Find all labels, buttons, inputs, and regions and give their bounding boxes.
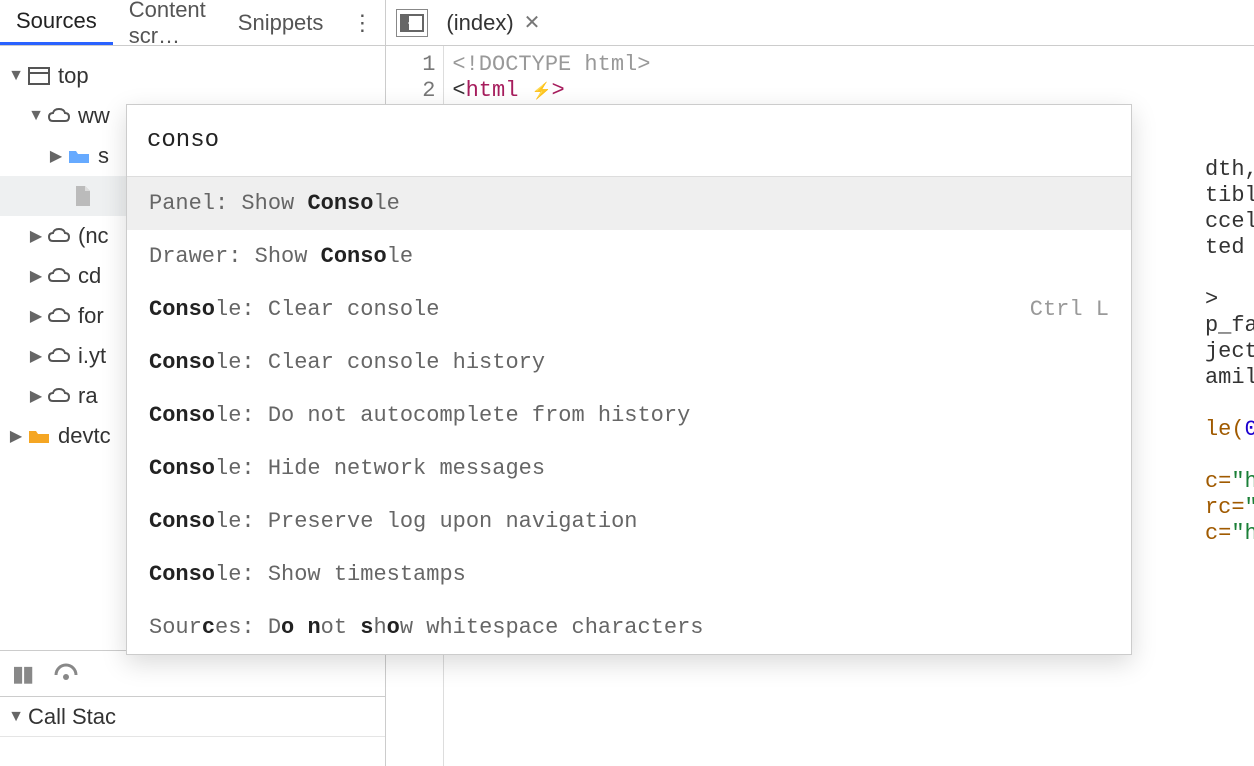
command-menu: Panel: Show Console Drawer: Show Console C… [126, 104, 1132, 655]
line-number: 2 [386, 78, 435, 104]
tree-label: (nc [78, 223, 109, 249]
pause-icon[interactable]: ▮▮ [12, 661, 32, 687]
command-menu-item[interactable]: Drawer: Show Console [127, 230, 1131, 283]
tab-snippets[interactable]: Snippets [222, 2, 340, 44]
cloud-icon [46, 265, 72, 287]
cloud-icon [46, 105, 72, 127]
command-menu-item-text: Sources: Do not show whitespace characte… [149, 615, 704, 640]
command-menu-item-text: Console: Clear console history [149, 350, 545, 375]
cloud-icon [46, 305, 72, 327]
cloud-icon [46, 345, 72, 367]
command-menu-list: Panel: Show Console Drawer: Show Console C… [127, 177, 1131, 654]
folder-icon [66, 145, 92, 167]
editor-tabbar: (index) ✕ [386, 0, 1254, 46]
line-number: 1 [386, 52, 435, 78]
command-menu-item[interactable]: Console: Clear console Ctrl L [127, 283, 1131, 336]
command-menu-item[interactable]: Console: Hide network messages [127, 442, 1131, 495]
file-icon [70, 185, 96, 207]
caret-icon[interactable] [28, 346, 44, 366]
command-menu-item-text: Console: Show timestamps [149, 562, 466, 587]
command-menu-item[interactable]: Console: Do not autocomplete from histor… [127, 389, 1131, 442]
editor-tab-index[interactable]: (index) ✕ [438, 4, 548, 42]
caret-icon[interactable] [28, 266, 44, 286]
callstack-header[interactable]: Call Stac [0, 696, 385, 736]
tab-sources[interactable]: Sources [0, 0, 113, 45]
command-menu-item-shortcut: Ctrl L [1030, 297, 1109, 322]
command-menu-item[interactable]: Console: Clear console history [127, 336, 1131, 389]
command-menu-item-text: Console: Do not autocomplete from histor… [149, 403, 690, 428]
caret-icon[interactable] [28, 386, 44, 406]
tree-label: ww [78, 103, 110, 129]
command-menu-item-text: Console: Hide network messages [149, 456, 545, 481]
caret-icon[interactable] [48, 146, 64, 166]
toggle-navigator-button[interactable] [396, 9, 428, 37]
caret-icon[interactable] [8, 426, 24, 446]
command-menu-item-text: Console: Clear console [149, 297, 439, 322]
command-menu-item[interactable]: Sources: Do not show whitespace characte… [127, 601, 1131, 654]
callstack-label: Call Stac [28, 704, 116, 730]
frame-icon [26, 65, 52, 87]
caret-icon[interactable] [28, 306, 44, 326]
close-icon[interactable]: ✕ [524, 10, 541, 35]
caret-icon[interactable] [8, 708, 24, 726]
cloud-icon [46, 385, 72, 407]
command-menu-item[interactable]: Panel: Show Console [127, 177, 1131, 230]
tree-item-top[interactable]: top [0, 56, 385, 96]
sidebar-tabbar: Sources Content scr… Snippets ⋮ [0, 0, 385, 46]
command-menu-input[interactable] [127, 105, 1131, 177]
command-menu-item[interactable]: Console: Preserve log upon navigation [127, 495, 1131, 548]
tree-label: cd [78, 263, 101, 289]
callstack-body [0, 736, 385, 766]
caret-icon[interactable] [8, 67, 24, 85]
tab-overflow-menu[interactable]: ⋮ [339, 10, 385, 36]
command-menu-item[interactable]: Console: Show timestamps [127, 548, 1131, 601]
tree-label: ra [78, 383, 98, 409]
caret-icon[interactable] [28, 107, 44, 125]
command-menu-item-text: Drawer: Show Console [149, 244, 413, 269]
tree-label: for [78, 303, 104, 329]
folder-icon [26, 425, 52, 447]
editor-tab-label: (index) [446, 10, 513, 36]
tree-label: i.yt [78, 343, 106, 369]
cloud-icon [46, 225, 72, 247]
command-menu-item-text: Console: Preserve log upon navigation [149, 509, 637, 534]
debugger-toolbar: ▮▮ [0, 650, 385, 696]
tree-label: top [58, 63, 89, 89]
tree-label: s [98, 143, 109, 169]
command-menu-item-text: Panel: Show Console [149, 191, 400, 216]
step-over-icon[interactable] [54, 661, 82, 687]
tree-label: devtc [58, 423, 111, 449]
caret-icon[interactable] [28, 226, 44, 246]
